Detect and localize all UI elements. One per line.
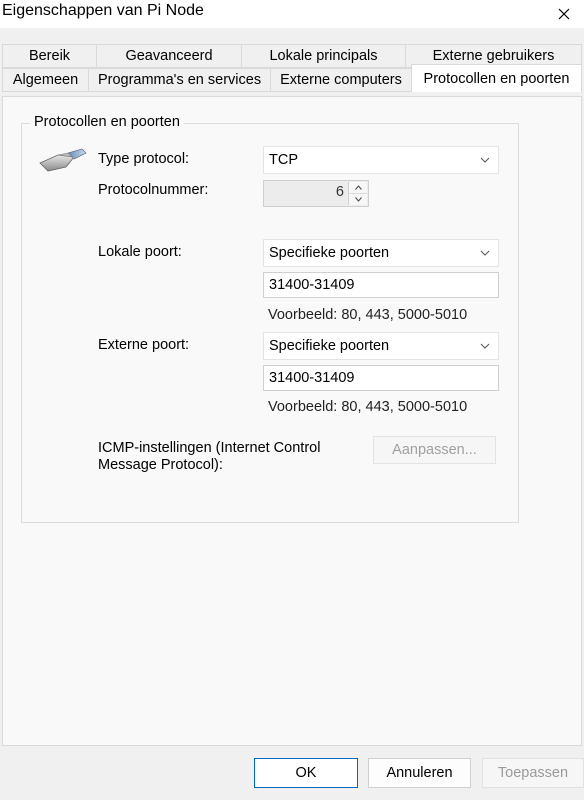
- local-port-example: Voorbeeld: 80, 443, 5000-5010: [268, 307, 468, 323]
- close-button[interactable]: [544, 0, 584, 28]
- local-port-mode: Specifieke poorten: [269, 245, 390, 261]
- remote-port-label: Externe poort:: [98, 337, 190, 353]
- protocol-type-label: Type protocol:: [98, 151, 190, 167]
- remote-port-input[interactable]: 31400-31409: [263, 365, 499, 391]
- remote-port-value: 31400-31409: [269, 370, 355, 386]
- protocol-type-select[interactable]: TCP: [263, 146, 499, 174]
- tab-lokale-principals[interactable]: Lokale principals: [241, 44, 406, 68]
- apply-button[interactable]: Toepassen: [482, 758, 584, 788]
- local-port-value: 31400-31409: [269, 277, 355, 293]
- icmp-label-line2: Message Protocol):: [98, 457, 223, 473]
- icmp-label-line1: ICMP-instellingen (Internet Control: [98, 440, 321, 456]
- network-plug-icon: [39, 148, 87, 172]
- remote-port-example: Voorbeeld: 80, 443, 5000-5010: [268, 399, 468, 415]
- protocol-number-value: 6: [335, 184, 344, 200]
- tab-externe-computers[interactable]: Externe computers: [270, 68, 412, 92]
- chevron-down-icon: [480, 343, 490, 349]
- tab-strip: Bereik Geavanceerd Lokale principals Ext…: [0, 28, 584, 98]
- tab-algemeen[interactable]: Algemeen: [2, 68, 89, 92]
- protocol-number-label: Protocolnummer:: [98, 182, 209, 198]
- local-port-input[interactable]: 31400-31409: [263, 272, 499, 298]
- remote-port-mode: Specifieke poorten: [269, 338, 390, 354]
- tab-protocollen-en-poorten[interactable]: Protocollen en poorten: [411, 64, 582, 92]
- spin-up-button[interactable]: [349, 182, 367, 194]
- chevron-down-icon: [480, 250, 490, 256]
- tab-programmas-en-services[interactable]: Programma's en services: [88, 68, 271, 92]
- title-bar: Eigenschappen van Pi Node: [0, 0, 584, 28]
- spin-down-button[interactable]: [349, 194, 367, 205]
- close-icon: [558, 8, 570, 20]
- protocol-number-spinner: 6: [263, 180, 369, 207]
- cancel-button[interactable]: Annuleren: [368, 758, 471, 788]
- local-port-select[interactable]: Specifieke poorten: [263, 239, 499, 267]
- local-port-label: Lokale poort:: [98, 244, 182, 260]
- tab-geavanceerd[interactable]: Geavanceerd: [96, 44, 242, 68]
- chevron-down-icon: [480, 157, 490, 163]
- window-title: Eigenschappen van Pi Node: [2, 2, 204, 19]
- protocol-type-value: TCP: [269, 152, 298, 168]
- ok-button[interactable]: OK: [254, 758, 358, 788]
- group-title: Protocollen en poorten: [30, 114, 184, 130]
- spin-buttons: [348, 182, 367, 205]
- tab-bereik[interactable]: Bereik: [2, 44, 97, 68]
- remote-port-select[interactable]: Specifieke poorten: [263, 332, 499, 360]
- spin-up-icon: [354, 185, 362, 190]
- spin-down-icon: [354, 197, 362, 202]
- icmp-customize-button[interactable]: Aanpassen...: [373, 436, 496, 464]
